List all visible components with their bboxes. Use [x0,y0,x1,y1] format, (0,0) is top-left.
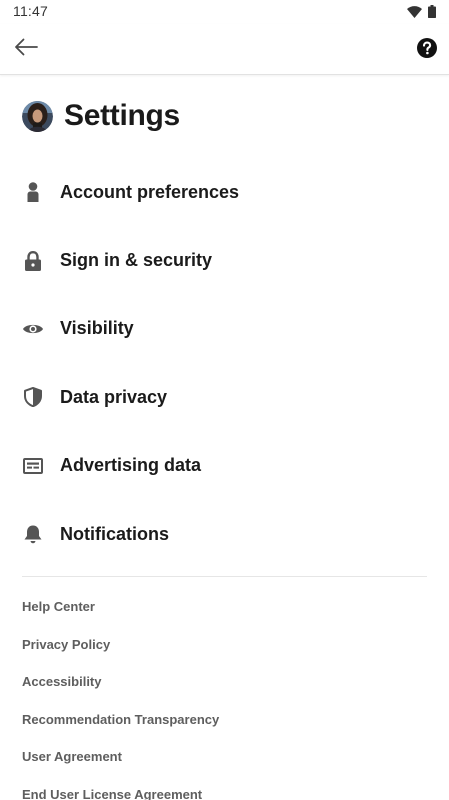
menu-item-advertising-data[interactable]: Advertising data [0,432,449,500]
person-icon [22,181,44,203]
question-circle-icon [417,38,437,62]
avatar[interactable] [22,100,53,132]
shield-icon [22,386,44,408]
page-header: Settings [22,98,427,134]
battery-icon [428,5,436,23]
arrow-left-icon [14,38,38,61]
menu-item-visibility[interactable]: Visibility [0,295,449,363]
menu-item-notifications[interactable]: Notifications [0,500,449,568]
link-end-user-license-agreement[interactable]: End User License Agreement [22,776,427,800]
menu-item-label: Notifications [60,523,170,544]
menu-item-sign-in-security[interactable]: Sign in & security [0,226,449,294]
status-time: 11:47 [13,3,48,19]
menu-item-label: Data privacy [60,386,168,407]
link-accessibility[interactable]: Accessibility [22,663,427,701]
settings-screen: 11:47 Settings Account preferences Sign … [0,0,449,800]
link-privacy-policy[interactable]: Privacy Policy [22,626,427,664]
menu-item-label: Visibility [60,318,134,339]
link-user-agreement[interactable]: User Agreement [22,738,427,776]
link-recommendation-transparency[interactable]: Recommendation Transparency [22,701,427,739]
app-bar [0,24,449,75]
back-button[interactable] [12,36,40,62]
menu-item-account-preferences[interactable]: Account preferences [0,158,449,226]
page-title: Settings [64,99,180,132]
bell-icon [22,523,44,545]
menu-item-data-privacy[interactable]: Data privacy [0,363,449,431]
divider [22,576,427,577]
status-icons [407,5,436,23]
status-bar: 11:47 [0,0,449,24]
menu-item-label: Account preferences [60,181,240,202]
help-button[interactable] [417,38,437,58]
wifi-icon [407,5,422,23]
menu-item-label: Sign in & security [60,250,213,271]
eye-icon [22,318,44,340]
newspaper-icon [22,455,44,477]
menu-item-label: Advertising data [60,455,202,476]
link-help-center[interactable]: Help Center [22,588,427,626]
footer-links: Help Center Privacy Policy Accessibility… [22,588,427,800]
settings-menu: Account preferences Sign in & security V… [0,158,449,568]
lock-icon [22,250,44,272]
